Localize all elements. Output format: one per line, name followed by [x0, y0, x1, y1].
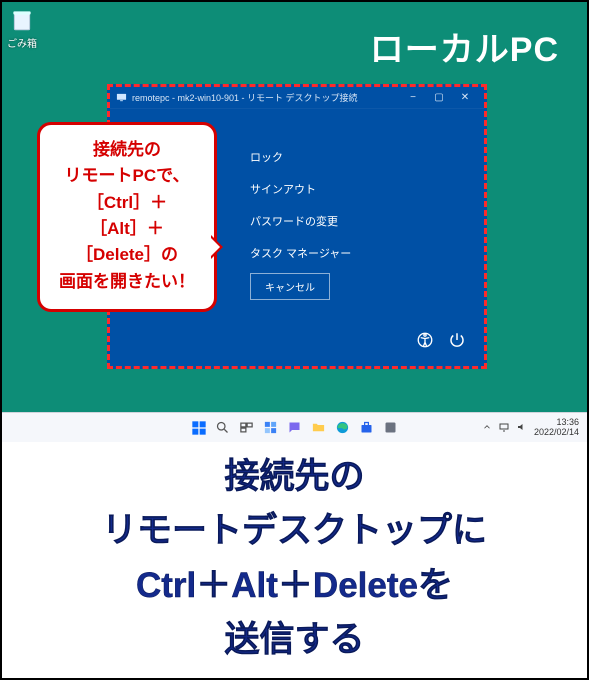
- tray-chevron-icon[interactable]: [482, 422, 492, 434]
- rdp-titlebar[interactable]: remotepc - mk2-win10-901 - リモート デスクトップ接続…: [110, 87, 484, 109]
- clock-date: 2022/02/14: [534, 428, 579, 438]
- callout-line: 画面を開きたい！: [48, 269, 206, 295]
- sec-task-manager[interactable]: タスク マネージャー: [250, 245, 351, 261]
- recycle-bin-label: ごみ箱: [7, 35, 37, 50]
- search-icon[interactable]: [214, 419, 232, 437]
- sec-change-password[interactable]: パスワードの変更: [250, 213, 351, 229]
- recycle-bin[interactable]: ごみ箱: [7, 7, 37, 50]
- sec-lock[interactable]: ロック: [250, 149, 351, 165]
- callout-line: リモートPCで、: [48, 163, 206, 189]
- sec-signout[interactable]: サインアウト: [250, 181, 351, 197]
- rdp-window-title: remotepc - mk2-win10-901 - リモート デスクトップ接続: [132, 91, 400, 104]
- headline-line: 送信する: [24, 613, 565, 667]
- store-icon[interactable]: [358, 419, 376, 437]
- chat-icon[interactable]: [286, 419, 304, 437]
- close-button[interactable]: ✕: [452, 92, 478, 103]
- explorer-icon[interactable]: [310, 419, 328, 437]
- task-view-icon[interactable]: [238, 419, 256, 437]
- callout-line: 接続先の: [48, 137, 206, 163]
- tray-network-icon[interactable]: [498, 421, 510, 435]
- cancel-button[interactable]: キャンセル: [250, 273, 330, 300]
- recycle-bin-icon: [9, 7, 35, 33]
- edge-icon[interactable]: [334, 419, 352, 437]
- headline-line: 接続先の: [24, 450, 565, 504]
- local-pc-label: ローカルPC: [370, 22, 559, 71]
- power-icon[interactable]: [448, 331, 466, 354]
- maximize-button[interactable]: ▢: [426, 92, 452, 103]
- headline-line: Ctrl＋Alt＋Deleteを: [24, 559, 565, 613]
- tray-volume-icon[interactable]: [516, 421, 528, 435]
- local-desktop: ごみ箱 ローカルPC remotepc - mk2-win10-901 - リモ…: [2, 2, 587, 412]
- rdp-app-icon: [116, 92, 127, 103]
- taskbar-center: [190, 419, 400, 437]
- security-menu: ロック サインアウト パスワードの変更 タスク マネージャー: [250, 149, 351, 261]
- article-headline: 接続先の リモートデスクトップに Ctrl＋Alt＋Deleteを 送信する: [2, 450, 587, 667]
- start-button[interactable]: [190, 419, 208, 437]
- taskbar-clock[interactable]: 13:36 2022/02/14: [534, 418, 579, 438]
- annotation-callout: 接続先の リモートPCで、 ［Ctrl］＋ ［Alt］＋ ［Delete］の 画…: [37, 122, 217, 312]
- widgets-icon[interactable]: [262, 419, 280, 437]
- ease-of-access-icon[interactable]: [416, 331, 434, 354]
- headline-line: リモートデスクトップに: [24, 504, 565, 558]
- callout-line: ［Alt］＋: [48, 216, 206, 242]
- taskbar: 13:36 2022/02/14: [2, 412, 587, 442]
- minimize-button[interactable]: −: [400, 92, 426, 103]
- callout-line: ［Delete］の: [48, 242, 206, 268]
- callout-line: ［Ctrl］＋: [48, 190, 206, 216]
- pinned-app-icon[interactable]: [382, 419, 400, 437]
